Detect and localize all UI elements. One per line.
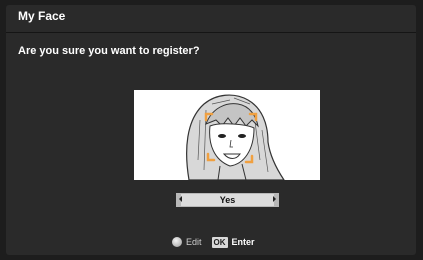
- title-divider: [6, 32, 416, 33]
- face-sketch-image: [186, 94, 285, 180]
- ok-key-icon: OK: [211, 236, 228, 248]
- dpad-icon: [172, 237, 182, 247]
- enter-hint-label: Enter: [231, 237, 255, 247]
- selector-value: Yes: [219, 195, 236, 205]
- edit-hint-label: Edit: [186, 237, 202, 247]
- yes-no-selector[interactable]: Yes: [176, 193, 279, 207]
- arrow-right-icon[interactable]: [273, 196, 276, 202]
- control-hints: Edit OK Enter: [172, 235, 255, 249]
- confirm-question: Are you sure you want to register?: [18, 45, 200, 57]
- face-photo: [134, 90, 320, 180]
- page-title: My Face: [18, 9, 66, 23]
